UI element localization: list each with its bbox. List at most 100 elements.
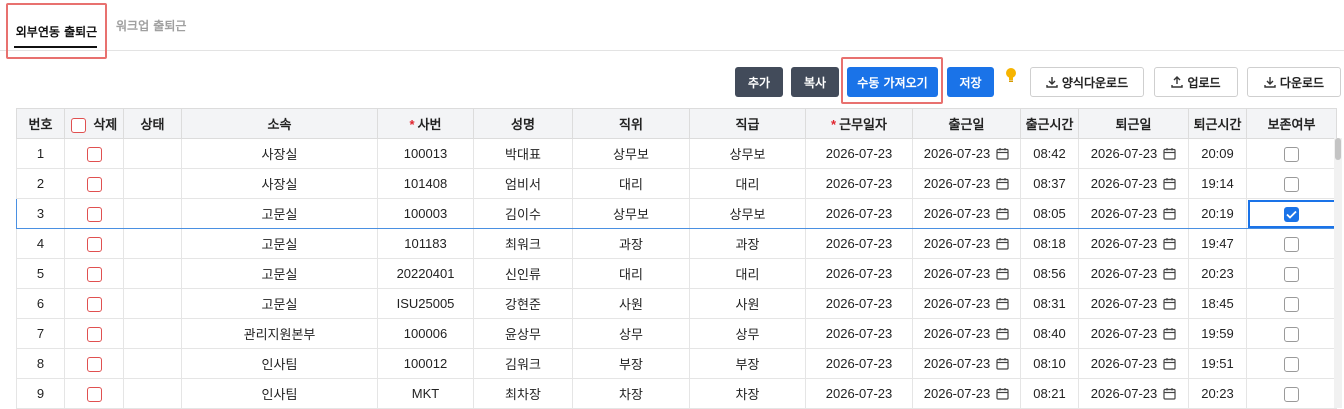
- cell-emp-no[interactable]: 100006: [377, 318, 474, 349]
- table-row[interactable]: 2 사장실 101408 엄비서 대리 대리 2026-07-23 2026-07-23 08:…: [16, 168, 1337, 199]
- cell-work-date[interactable]: 2026-07-23: [805, 138, 913, 169]
- header-no[interactable]: 번호: [16, 108, 65, 139]
- header-grade[interactable]: 직급: [689, 108, 806, 139]
- table-row[interactable]: 6 고문실 ISU25005 강현준 사원 사원 2026-07-23 2026-07-23 0…: [16, 288, 1337, 319]
- cell-in-time[interactable]: 08:56: [1020, 258, 1079, 289]
- template-download-button[interactable]: 양식다운로드: [1030, 67, 1144, 97]
- cell-position[interactable]: 상무보: [572, 138, 690, 169]
- cell-grade[interactable]: 부장: [689, 348, 806, 379]
- cell-work-date[interactable]: 2026-07-23: [805, 378, 913, 409]
- cell-name[interactable]: 강현준: [473, 288, 573, 319]
- cell-position[interactable]: 과장: [572, 228, 690, 259]
- cell-work-date[interactable]: 2026-07-23: [805, 318, 913, 349]
- manual-fetch-button[interactable]: 수동 가져오기: [847, 67, 938, 97]
- calendar-icon[interactable]: [996, 237, 1009, 250]
- keep-checkbox-checked[interactable]: [1284, 206, 1299, 222]
- cell-out-date[interactable]: 2026-07-23: [1078, 318, 1189, 349]
- cell-emp-no[interactable]: 20220401: [377, 258, 474, 289]
- header-in-date[interactable]: 출근일: [912, 108, 1021, 139]
- cell-out-date[interactable]: 2026-07-23: [1078, 228, 1189, 259]
- cell-grade[interactable]: 대리: [689, 258, 806, 289]
- cell-dept[interactable]: 인사팀: [181, 378, 378, 409]
- delete-checkbox[interactable]: [86, 176, 102, 192]
- keep-checkbox[interactable]: [1284, 266, 1299, 282]
- cell-name[interactable]: 최차장: [473, 378, 573, 409]
- select-all-delete-checkbox[interactable]: [70, 118, 86, 134]
- header-dept[interactable]: 소속: [181, 108, 378, 139]
- cell-dept[interactable]: 관리지원본부: [181, 318, 378, 349]
- cell-out-date[interactable]: 2026-07-23: [1078, 288, 1189, 319]
- cell-name[interactable]: 윤상무: [473, 318, 573, 349]
- cell-name[interactable]: 박대표: [473, 138, 573, 169]
- calendar-icon[interactable]: [1163, 177, 1176, 190]
- calendar-icon[interactable]: [996, 297, 1009, 310]
- cell-name[interactable]: 김이수: [473, 198, 573, 229]
- calendar-icon[interactable]: [1163, 357, 1176, 370]
- table-row[interactable]: 9 인사팀 MKT 최차장 차장 차장 2026-07-23 2026-07-23 08:21 2…: [16, 378, 1337, 409]
- download-button[interactable]: 다운로드: [1247, 67, 1341, 97]
- cell-name[interactable]: 엄비서: [473, 168, 573, 199]
- calendar-icon[interactable]: [1163, 267, 1176, 280]
- cell-name[interactable]: 최워크: [473, 228, 573, 259]
- cell-position[interactable]: 사원: [572, 288, 690, 319]
- cell-in-time[interactable]: 08:05: [1020, 198, 1079, 229]
- calendar-icon[interactable]: [1163, 327, 1176, 340]
- header-work-date[interactable]: * 근무일자: [805, 108, 913, 139]
- cell-out-time[interactable]: 19:51: [1188, 348, 1247, 379]
- scrollbar-thumb[interactable]: [1335, 138, 1341, 160]
- cell-in-time[interactable]: 08:37: [1020, 168, 1079, 199]
- cell-grade[interactable]: 상무보: [689, 138, 806, 169]
- delete-checkbox[interactable]: [86, 266, 102, 282]
- cell-dept[interactable]: 고문실: [181, 198, 378, 229]
- table-row[interactable]: 7 관리지원본부 100006 윤상무 상무 상무 2026-07-23 2026-07-23…: [16, 318, 1337, 349]
- table-row[interactable]: 1 사장실 100013 박대표 상무보 상무보 2026-07-23 2026-07-23 0…: [16, 138, 1337, 169]
- cell-in-time[interactable]: 08:31: [1020, 288, 1079, 319]
- cell-in-time[interactable]: 08:21: [1020, 378, 1079, 409]
- cell-in-time[interactable]: 08:10: [1020, 348, 1079, 379]
- cell-grade[interactable]: 상무보: [689, 198, 806, 229]
- calendar-icon[interactable]: [996, 207, 1009, 220]
- cell-name[interactable]: 신인류: [473, 258, 573, 289]
- cell-position[interactable]: 부장: [572, 348, 690, 379]
- cell-grade[interactable]: 차장: [689, 378, 806, 409]
- cell-emp-no[interactable]: MKT: [377, 378, 474, 409]
- cell-emp-no[interactable]: 100012: [377, 348, 474, 379]
- cell-grade[interactable]: 상무: [689, 318, 806, 349]
- vertical-scrollbar[interactable]: [1334, 138, 1342, 408]
- cell-grade[interactable]: 사원: [689, 288, 806, 319]
- header-emp-no[interactable]: * 사번: [377, 108, 474, 139]
- cell-in-date[interactable]: 2026-07-23: [912, 288, 1021, 319]
- header-status[interactable]: 상태: [123, 108, 182, 139]
- cell-emp-no[interactable]: 101183: [377, 228, 474, 259]
- delete-checkbox[interactable]: [86, 386, 102, 402]
- delete-checkbox[interactable]: [86, 146, 102, 162]
- cell-position[interactable]: 차장: [572, 378, 690, 409]
- cell-out-time[interactable]: 19:47: [1188, 228, 1247, 259]
- table-row[interactable]: 3 고문실 100003 김이수 상무보 상무보 2026-07-23 2026-07-23 0…: [16, 198, 1337, 229]
- calendar-icon[interactable]: [1163, 297, 1176, 310]
- cell-dept[interactable]: 인사팀: [181, 348, 378, 379]
- cell-work-date[interactable]: 2026-07-23: [805, 228, 913, 259]
- cell-work-date[interactable]: 2026-07-23: [805, 348, 913, 379]
- header-out-date[interactable]: 퇴근일: [1078, 108, 1189, 139]
- cell-in-date[interactable]: 2026-07-23: [912, 198, 1021, 229]
- cell-name[interactable]: 김워크: [473, 348, 573, 379]
- delete-checkbox[interactable]: [86, 296, 102, 312]
- cell-out-date[interactable]: 2026-07-23: [1078, 378, 1189, 409]
- header-in-time[interactable]: 출근시간: [1020, 108, 1079, 139]
- cell-work-date[interactable]: 2026-07-23: [805, 288, 913, 319]
- cell-in-date[interactable]: 2026-07-23: [912, 228, 1021, 259]
- keep-checkbox[interactable]: [1284, 296, 1299, 312]
- cell-in-date[interactable]: 2026-07-23: [912, 168, 1021, 199]
- cell-dept[interactable]: 사장실: [181, 168, 378, 199]
- lightbulb-icon[interactable]: [1004, 67, 1018, 83]
- cell-out-time[interactable]: 19:14: [1188, 168, 1247, 199]
- cell-in-time[interactable]: 08:18: [1020, 228, 1079, 259]
- calendar-icon[interactable]: [1163, 207, 1176, 220]
- cell-work-date[interactable]: 2026-07-23: [805, 258, 913, 289]
- cell-in-date[interactable]: 2026-07-23: [912, 138, 1021, 169]
- cell-position[interactable]: 상무보: [572, 198, 690, 229]
- header-position[interactable]: 직위: [572, 108, 690, 139]
- cell-dept[interactable]: 고문실: [181, 258, 378, 289]
- calendar-icon[interactable]: [996, 267, 1009, 280]
